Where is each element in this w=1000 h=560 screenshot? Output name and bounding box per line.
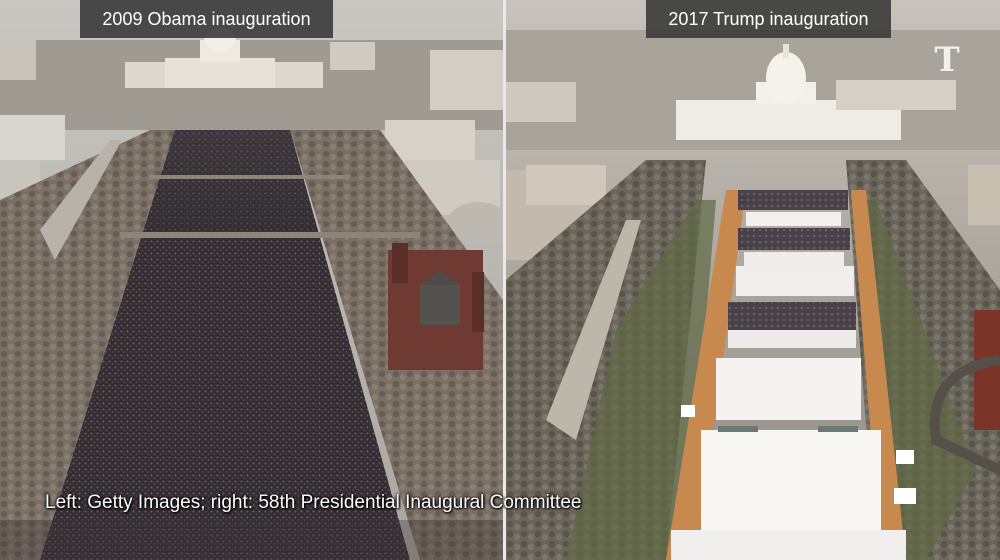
comparison-image: 2009 Obama inauguration 2017 Trump inaug… [0, 0, 1000, 560]
nyt-logo-icon: T [934, 40, 960, 80]
left-title-label: 2009 Obama inauguration [80, 0, 333, 38]
photo-2009 [0, 0, 503, 560]
right-title-label: 2017 Trump inauguration [646, 0, 891, 38]
photo-credit: Left: Getty Images; right: 58th Presiden… [45, 492, 582, 513]
photo-2017 [506, 0, 1000, 560]
